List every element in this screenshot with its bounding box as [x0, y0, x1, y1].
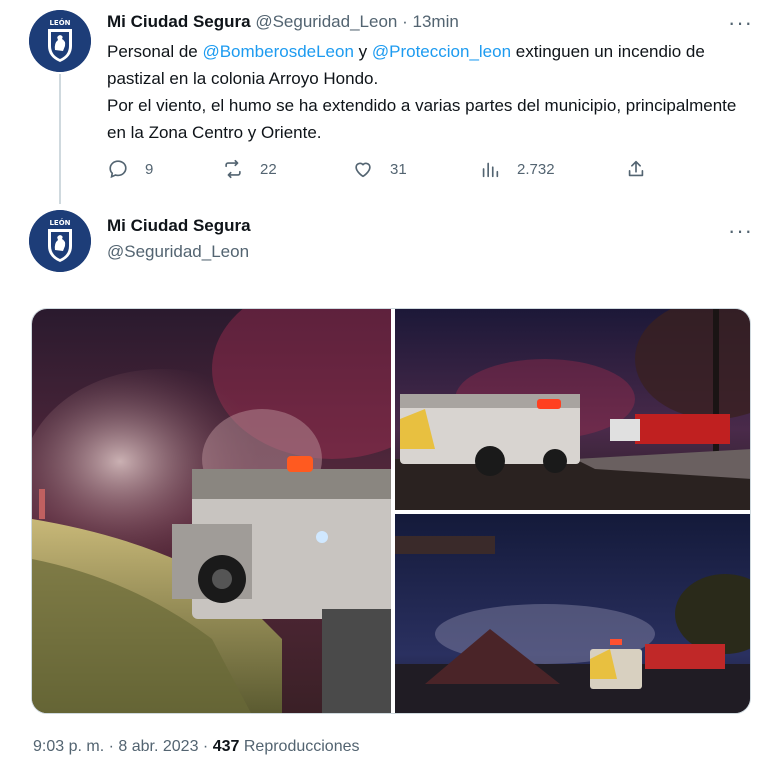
photo-image	[395, 309, 750, 510]
like-button[interactable]: 31	[352, 154, 407, 184]
like-icon	[355, 162, 371, 178]
tweet-main[interactable]: LEÓN Mi Ciudad Segura @Seguridad_Leon · …	[0, 0, 768, 204]
thread-connector	[59, 74, 61, 204]
handle[interactable]: @Seguridad_Leon	[255, 12, 397, 31]
views-icon	[482, 162, 499, 178]
separator: ·	[108, 738, 114, 755]
retweet-icon	[225, 159, 241, 179]
text-segment: Por el viento, el humo se ha extendido a…	[107, 96, 737, 142]
tweet-meta: 9:03 p. m. · 8 abr. 2023 · 437 Reproducc…	[33, 738, 359, 756]
leon-shield-icon: LEÓN	[29, 210, 91, 272]
more-icon[interactable]: ···	[728, 12, 753, 34]
retweet-count: 22	[260, 160, 277, 178]
leon-shield-icon: LEÓN	[29, 10, 91, 72]
post-date[interactable]: 8 abr. 2023	[118, 738, 198, 755]
views-label: Reproducciones	[243, 738, 360, 755]
reply-icon	[109, 160, 127, 179]
post-time[interactable]: 9:03 p. m.	[33, 738, 104, 755]
retweet-button[interactable]: 22	[222, 154, 277, 184]
mention-proteccion[interactable]: @Proteccion_leon	[372, 42, 511, 61]
media-grid	[31, 308, 751, 714]
reply-button[interactable]: 9	[107, 154, 153, 184]
tweet-text: Personal de @BomberosdeLeon y @Proteccio…	[107, 38, 747, 146]
text-segment: y	[353, 42, 372, 61]
text-segment: Personal de	[107, 42, 203, 61]
avatar[interactable]: LEÓN	[29, 210, 91, 272]
avatar-label: LEÓN	[49, 18, 70, 27]
photo-fire-truck-smoke[interactable]	[32, 309, 391, 713]
views-button[interactable]: 2.732	[479, 154, 555, 184]
photo-night-scene[interactable]	[395, 514, 750, 713]
share-icon	[628, 160, 644, 177]
separator: ·	[402, 12, 408, 31]
photo-fire-trucks-road[interactable]	[395, 309, 750, 510]
photo-image	[32, 309, 391, 713]
timestamp[interactable]: 13min	[413, 12, 459, 31]
action-bar: 9 22 31 2.732	[107, 154, 667, 184]
display-name[interactable]: Mi Ciudad Segura	[107, 216, 251, 236]
mention-bomberos[interactable]: @BomberosdeLeon	[202, 42, 353, 61]
tweet-header: Mi Ciudad Segura @Seguridad_Leon · 13min	[107, 12, 459, 32]
photo-image	[395, 514, 750, 713]
share-button[interactable]	[625, 154, 663, 184]
views-count: 2.732	[517, 160, 555, 178]
like-count: 31	[390, 160, 407, 178]
reply-count: 9	[145, 160, 154, 178]
more-icon[interactable]: ···	[728, 220, 753, 242]
handle[interactable]: @Seguridad_Leon	[107, 242, 249, 262]
views-count: 437	[212, 738, 240, 755]
display-name[interactable]: Mi Ciudad Segura	[107, 12, 251, 31]
avatar-label: LEÓN	[49, 218, 70, 227]
avatar[interactable]: LEÓN	[29, 10, 91, 72]
separator: ·	[202, 738, 209, 755]
